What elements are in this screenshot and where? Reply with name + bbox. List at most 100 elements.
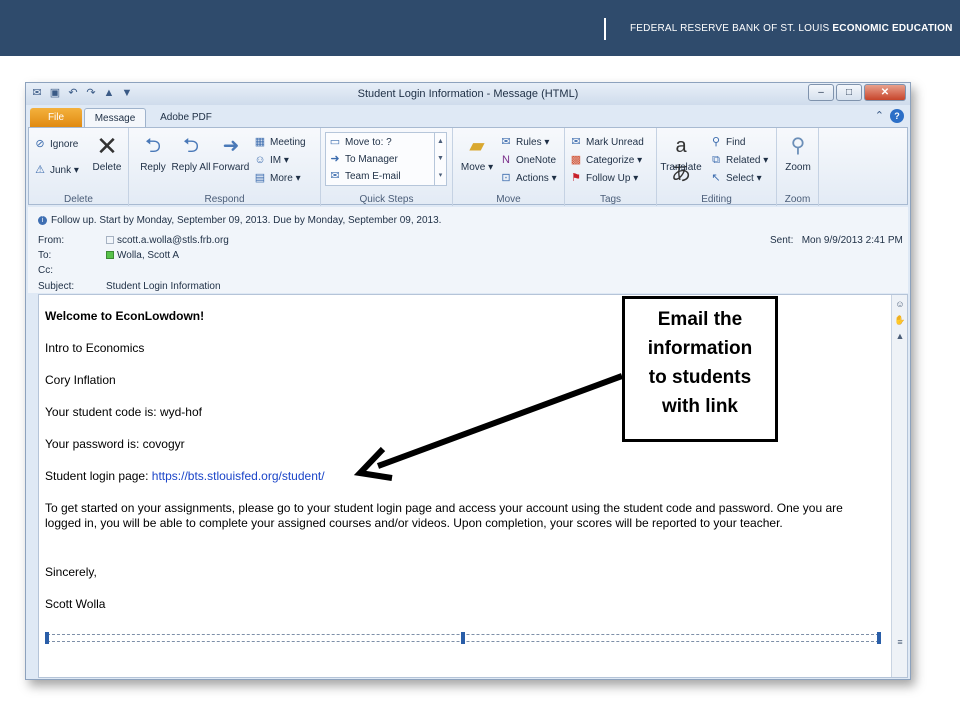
onenote-button[interactable]: N OneNote xyxy=(499,152,556,168)
minimize-button[interactable]: – xyxy=(808,84,834,101)
im-button[interactable]: ☺ IM ▾ xyxy=(253,152,289,168)
respond-group: ⮌ Reply ⮌ Reply All ➜ Forward ▦ Meeting ☺ IM … xyxy=(129,128,321,206)
quick-steps-scroll[interactable]: ▲ ▼ ▾ xyxy=(434,133,446,185)
from-label: From: xyxy=(38,235,65,246)
quick-steps-gallery: ▭ Move to: ? ➜ To Manager ✉ Team E-mail ▲ ▼ ▾ xyxy=(325,132,447,186)
tab-adobe-pdf[interactable]: Adobe PDF xyxy=(152,108,220,127)
message-header: i Follow up. Start by Monday, September 0… xyxy=(28,207,908,293)
move-button[interactable]: ▰ Move ▾ xyxy=(457,132,497,173)
move-group: ▰ Move ▾ ✉ Rules ▾ N OneNote ⊡ Actions ▾ Mov… xyxy=(453,128,565,206)
editing-group-label: Editing xyxy=(701,194,732,205)
tab-message[interactable]: Message xyxy=(84,108,146,127)
team-mail-icon: ✉ xyxy=(330,170,340,182)
editing-group: aあ Translate ⚲ Find ⧉ Related ▾ ↖ Select ▾ E… xyxy=(657,128,777,206)
cc-label: Cc: xyxy=(38,265,53,276)
respond-group-label: Respond xyxy=(204,194,245,205)
close-button[interactable]: ✕ xyxy=(864,84,906,101)
ignore-icon: ⊘ xyxy=(35,138,45,150)
delete-icon: ✕ xyxy=(96,131,118,161)
sent-info: Sent: Mon 9/9/2013 2:41 PM xyxy=(770,235,903,246)
move-folder-icon: ▰ xyxy=(469,135,485,157)
quick-steps-group-label: Quick Steps xyxy=(359,194,414,205)
tab-file[interactable]: File xyxy=(30,108,82,127)
callout-box: Email the information to students with l… xyxy=(622,296,778,442)
callout-line-3: to students xyxy=(648,367,752,388)
delete-group: ⊘ Ignore ⚠ Junk ▾ ✕ Delete Delete xyxy=(29,128,129,206)
maximize-button[interactable]: □ xyxy=(836,84,862,101)
callout-line-2: information xyxy=(647,338,753,359)
cursor-icon: ↖ xyxy=(711,172,721,184)
window-title: Student Login Information - Message (HTM… xyxy=(357,88,579,100)
brand-text: FEDERAL RESERVE BANK OF ST. LOUIS ECONOM… xyxy=(630,23,953,34)
scroll-grip-icon[interactable]: ≡ xyxy=(893,635,907,649)
meeting-button[interactable]: ▦ Meeting xyxy=(253,134,306,150)
translate-icon: aあ xyxy=(671,135,691,185)
zoom-button[interactable]: ⚲ Zoom xyxy=(778,132,818,173)
mark-unread-button[interactable]: ✉ Mark Unread xyxy=(569,134,643,150)
translate-button[interactable]: aあ Translate xyxy=(659,132,703,185)
ribbon-corner-icons: ⌃ ? xyxy=(875,109,904,123)
online-presence-icon xyxy=(106,251,114,260)
ribbon: ⊘ Ignore ⚠ Junk ▾ ✕ Delete Delete ⮌ Reply ⮌ R… xyxy=(28,127,908,206)
top-banner: FEDERAL RESERVE BANK OF ST. LOUIS ECONOM… xyxy=(0,0,960,56)
calendar-icon: ▦ xyxy=(254,136,266,148)
team-email-quickstep[interactable]: ✉ Team E-mail xyxy=(328,168,400,184)
reply-all-button[interactable]: ⮌ Reply All xyxy=(171,132,211,173)
subject-label: Subject: xyxy=(38,281,75,292)
reply-button[interactable]: ⮌ Reply xyxy=(133,132,173,173)
folder-icon: ▭ xyxy=(329,136,341,148)
signature-divider xyxy=(45,632,881,644)
categorize-icon: ▩ xyxy=(570,154,582,166)
ignore-button[interactable]: ⊘ Ignore xyxy=(33,136,78,152)
title-bar: ✉ ▣ ↶ ↷ ▲ ▼ Student Login Information - … xyxy=(26,83,910,105)
handle-middle xyxy=(461,632,465,644)
info-icon: i xyxy=(38,215,47,225)
delete-button[interactable]: ✕ Delete xyxy=(87,132,127,173)
to-manager-quickstep[interactable]: ➜ To Manager xyxy=(328,151,397,167)
callout-line-4: with link xyxy=(662,396,738,417)
closing-line: Sincerely, xyxy=(45,565,97,579)
forward-button[interactable]: ➜ Forward xyxy=(211,132,251,173)
select-button[interactable]: ↖ Select ▾ xyxy=(709,170,761,186)
banner-divider xyxy=(604,18,606,40)
follow-up-button[interactable]: ⚑ Follow Up ▾ xyxy=(569,170,638,186)
rules-button[interactable]: ✉ Rules ▾ xyxy=(499,134,549,150)
collapse-ribbon-icon[interactable]: ⌃ xyxy=(875,109,884,123)
vertical-scrollbar[interactable]: ☺ ✋ ▲ ≡ xyxy=(891,295,907,677)
callout-line-1: Email the xyxy=(657,309,743,330)
tags-group: ✉ Mark Unread ▩ Categorize ▾ ⚑ Follow Up ▾ … xyxy=(565,128,657,206)
onenote-icon: N xyxy=(502,154,510,166)
reply-all-icon: ⮌ xyxy=(182,135,200,157)
login-link[interactable]: https://bts.stlouisfed.org/student/ xyxy=(152,469,325,483)
reply-icon: ⮌ xyxy=(144,135,162,157)
rules-icon: ✉ xyxy=(501,136,511,148)
related-button[interactable]: ⧉ Related ▾ xyxy=(709,152,768,168)
find-button[interactable]: ⚲ Find xyxy=(709,134,745,150)
zoom-group-label: Zoom xyxy=(784,194,811,205)
delete-group-label: Delete xyxy=(64,194,93,205)
presence-icon xyxy=(106,236,114,245)
quick-steps-group: ▭ Move to: ? ➜ To Manager ✉ Team E-mail ▲ ▼ ▾… xyxy=(321,128,453,206)
hand-icon[interactable]: ✋ xyxy=(893,313,907,327)
move-to-quickstep[interactable]: ▭ Move to: ? xyxy=(328,134,392,150)
ribbon-tabs: File Message Adobe PDF ⌃ ? xyxy=(26,105,910,127)
more-button[interactable]: ▤ More ▾ xyxy=(253,170,301,186)
junk-icon: ⚠ xyxy=(35,164,45,176)
actions-button[interactable]: ⊡ Actions ▾ xyxy=(499,170,556,186)
from-value[interactable]: scott.a.wolla@stls.frb.org xyxy=(106,235,229,246)
unread-mail-icon: ✉ xyxy=(571,136,581,148)
help-icon[interactable]: ? xyxy=(890,109,904,123)
scroll-up-icon[interactable]: ▲ xyxy=(893,329,907,343)
person-icon[interactable]: ☺ xyxy=(893,297,907,311)
binoculars-icon: ⚲ xyxy=(711,136,721,148)
zoom-group: ⚲ Zoom Zoom xyxy=(777,128,819,206)
actions-icon: ⊡ xyxy=(501,172,511,184)
to-label: To: xyxy=(38,250,52,261)
junk-button[interactable]: ⚠ Junk ▾ xyxy=(33,162,79,178)
login-line: Student login page: https://bts.stlouisf… xyxy=(45,469,325,483)
categorize-button[interactable]: ▩ Categorize ▾ xyxy=(569,152,642,168)
follow-up-bar: i Follow up. Start by Monday, September 0… xyxy=(38,215,441,226)
outlook-message-window: ✉ ▣ ↶ ↷ ▲ ▼ Student Login Information - … xyxy=(25,82,911,680)
subject-value: Student Login Information xyxy=(106,281,221,292)
to-value[interactable]: Wolla, Scott A xyxy=(106,250,179,261)
